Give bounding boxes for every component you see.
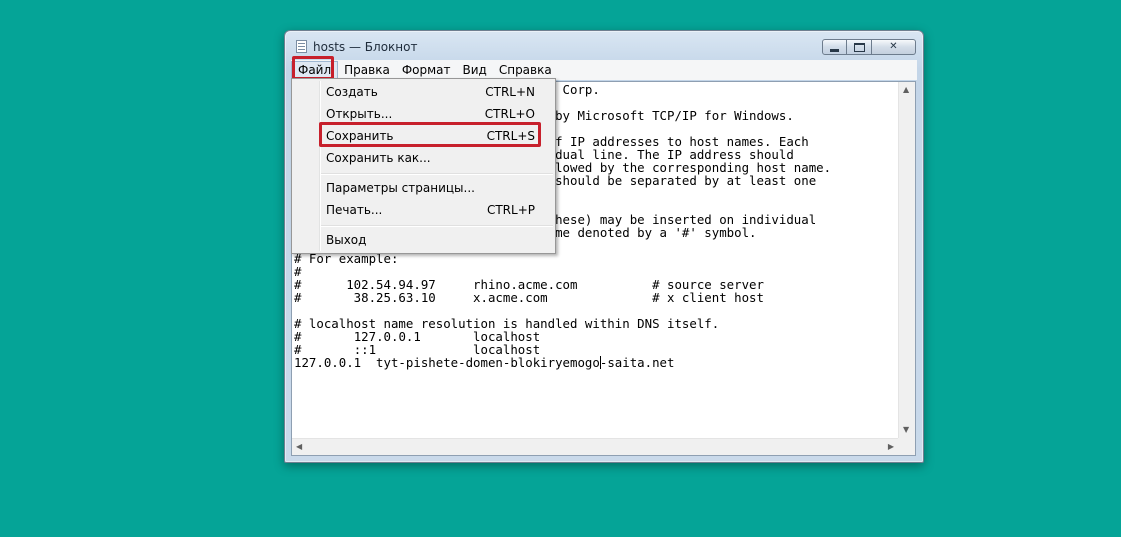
menu-item-label: Создать bbox=[326, 85, 378, 99]
scroll-up-arrow-icon[interactable]: ▲ bbox=[903, 86, 909, 94]
menu-item-save-as[interactable]: Сохранить как... bbox=[292, 147, 555, 169]
horizontal-scrollbar[interactable]: ◀ ▶ bbox=[292, 438, 898, 455]
menu-edit[interactable]: Правка bbox=[338, 61, 396, 79]
menu-item-print[interactable]: Печать... CTRL+P bbox=[292, 199, 555, 221]
menu-separator bbox=[321, 225, 553, 226]
menu-item-label: Параметры страницы... bbox=[326, 181, 475, 195]
notepad-icon bbox=[296, 40, 307, 53]
window-title: hosts — Блокнот bbox=[313, 40, 418, 54]
minimize-icon bbox=[830, 48, 839, 52]
title-bar[interactable]: hosts — Блокнот ✕ bbox=[285, 31, 923, 59]
menu-item-shortcut: CTRL+N bbox=[485, 85, 535, 99]
maximize-button[interactable] bbox=[847, 39, 872, 55]
last-line-before-caret: 127.0.0.1 tyt-pishete-domen-blokiryemogo bbox=[294, 355, 600, 370]
menu-item-label: Печать... bbox=[326, 203, 383, 217]
text-line-last: 127.0.0.1 tyt-pishete-domen-blokiryemogo… bbox=[294, 356, 899, 369]
menu-format[interactable]: Формат bbox=[396, 61, 457, 79]
menu-item-page-setup[interactable]: Параметры страницы... bbox=[292, 177, 555, 199]
menu-view[interactable]: Вид bbox=[457, 61, 493, 79]
menu-item-shortcut: CTRL+P bbox=[486, 203, 535, 217]
menu-item-label: Сохранить как... bbox=[326, 151, 431, 165]
text-line: # 38.25.63.10 x.acme.com # x client host bbox=[294, 290, 764, 305]
save-item-highlight bbox=[319, 122, 541, 147]
menu-item-exit[interactable]: Выход bbox=[292, 229, 555, 251]
menu-item-label: Выход bbox=[326, 233, 367, 247]
close-button[interactable]: ✕ bbox=[872, 39, 916, 55]
scroll-down-arrow-icon[interactable]: ▼ bbox=[903, 426, 909, 434]
file-menu-highlight bbox=[292, 56, 334, 80]
file-dropdown-menu: Создать CTRL+N Открыть... CTRL+O Сохрани… bbox=[291, 78, 556, 254]
close-icon: ✕ bbox=[889, 41, 898, 52]
menu-separator bbox=[321, 173, 553, 174]
last-line-after-caret: -saita.net bbox=[599, 355, 675, 370]
menu-item-shortcut: CTRL+O bbox=[484, 107, 535, 121]
size-grip[interactable] bbox=[898, 438, 915, 455]
maximize-icon bbox=[853, 42, 865, 52]
scroll-left-arrow-icon[interactable]: ◀ bbox=[296, 443, 302, 451]
minimize-button[interactable] bbox=[822, 39, 847, 55]
menu-bar: Файл Правка Формат Вид Справка bbox=[291, 60, 917, 80]
menu-help[interactable]: Справка bbox=[493, 61, 558, 79]
window-controls: ✕ bbox=[822, 39, 916, 55]
menu-item-new[interactable]: Создать CTRL+N bbox=[292, 81, 555, 103]
scroll-right-arrow-icon[interactable]: ▶ bbox=[888, 443, 894, 451]
vertical-scrollbar[interactable]: ▲ ▼ bbox=[898, 82, 915, 438]
menu-item-label: Открыть... bbox=[326, 107, 393, 121]
